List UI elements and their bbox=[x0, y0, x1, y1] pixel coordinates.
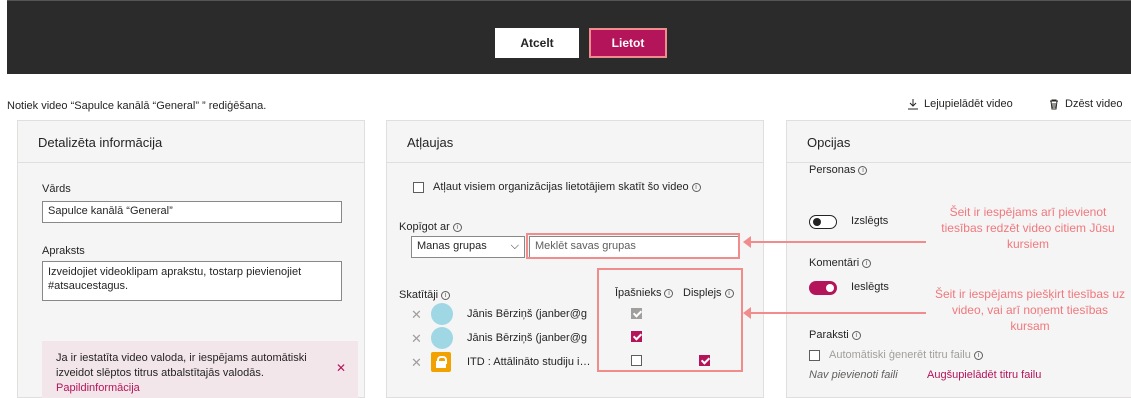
captions-row: Paraksti i bbox=[809, 329, 861, 341]
autogen-row: Automātiski ģenerēt titru failu i bbox=[829, 349, 983, 361]
people-state: Izslēgts bbox=[851, 215, 889, 227]
viewers-label: Skatītāji bbox=[399, 289, 439, 301]
download-icon bbox=[908, 98, 918, 109]
comments-label: Komentāri bbox=[809, 257, 860, 269]
info-icon[interactable]: i bbox=[973, 350, 983, 360]
avatar bbox=[431, 327, 453, 349]
share-select-value: Manas grupas bbox=[417, 240, 487, 252]
comments-state: Ieslēgts bbox=[851, 281, 889, 293]
info-icon[interactable]: i bbox=[862, 258, 872, 268]
options-panel: Opcijas Personas i Izslēgts Komentāri i Ie… bbox=[786, 120, 1131, 398]
name-label: Vārds bbox=[42, 183, 71, 195]
avatar bbox=[431, 303, 453, 325]
viewer-name: Jānis Bērziņš (janber@g bbox=[467, 332, 587, 344]
upload-captions-link[interactable]: Augšupielādēt titru failu bbox=[927, 369, 1041, 381]
language-notice: Ja ir iestatīta video valoda, ir iespēja… bbox=[42, 341, 358, 398]
editing-status: Notiek video “Sapulce kanālā “General” ”… bbox=[7, 100, 267, 112]
comments-toggle[interactable] bbox=[809, 281, 837, 295]
people-row: Personas i bbox=[809, 164, 868, 176]
allow-all-row: Atļaut visiem organizācijas lietotājiem … bbox=[433, 181, 701, 193]
people-label: Personas bbox=[809, 164, 856, 176]
name-input[interactable]: Sapulce kanālā “General” bbox=[42, 201, 342, 223]
viewer-name: ITD : Attālināto studiju i… bbox=[467, 356, 591, 368]
annotation-bottom: Šeit ir iespējams piešķirt tiesības uz v… bbox=[934, 287, 1126, 333]
remove-viewer-icon[interactable]: ✕ bbox=[411, 307, 422, 323]
viewers-row: Skatītāji i bbox=[399, 289, 451, 301]
apply-button[interactable]: Lietot bbox=[589, 28, 667, 58]
learn-more-link[interactable]: Papildinformācija bbox=[56, 382, 140, 394]
people-toggle[interactable] bbox=[809, 215, 837, 229]
share-label: Kopīgot ar bbox=[399, 221, 450, 233]
lock-icon bbox=[431, 352, 451, 372]
description-input[interactable]: Izveidojiet videoklipam aprakstu, tostar… bbox=[42, 261, 342, 301]
share-select[interactable]: Manas grupas ⌵ bbox=[411, 236, 525, 258]
description-label: Apraksts bbox=[42, 245, 85, 257]
top-toolbar: Atcelt Lietot bbox=[7, 0, 1131, 74]
allow-all-label: Atļaut visiem organizācijas lietotājiem … bbox=[433, 181, 689, 193]
remove-viewer-icon[interactable]: ✕ bbox=[411, 331, 422, 347]
annotation-top: Šeit ir iespējams arī pievienot tiesības… bbox=[941, 205, 1115, 251]
chevron-down-icon: ⌵ bbox=[510, 240, 519, 252]
trash-icon bbox=[1050, 99, 1058, 109]
close-icon[interactable]: ✕ bbox=[336, 361, 346, 376]
allow-all-checkbox[interactable] bbox=[413, 182, 424, 193]
comments-row: Komentāri i bbox=[809, 257, 872, 269]
options-title: Opcijas bbox=[787, 121, 1131, 163]
permissions-title: Atļaujas bbox=[387, 121, 763, 163]
captions-label: Paraksti bbox=[809, 329, 849, 341]
details-title: Detalizēta informācija bbox=[18, 121, 364, 163]
viewer-name: Jānis Bērziņš (janber@g bbox=[467, 308, 587, 320]
highlight-permissions bbox=[597, 268, 743, 372]
autogen-label: Automātiski ģenerēt titru failu bbox=[829, 349, 971, 361]
download-video-link[interactable]: Lejupielādēt video bbox=[908, 98, 1013, 110]
share-row: Kopīgot ar i bbox=[399, 221, 462, 233]
cancel-button[interactable]: Atcelt bbox=[495, 28, 579, 58]
autogen-checkbox[interactable] bbox=[809, 350, 820, 361]
arrow-icon bbox=[743, 236, 926, 248]
info-icon[interactable]: i bbox=[851, 330, 861, 340]
no-files-text: Nav pievienoti faili bbox=[809, 369, 898, 381]
info-icon[interactable]: i bbox=[441, 290, 451, 300]
download-label: Lejupielādēt video bbox=[924, 98, 1013, 110]
remove-viewer-icon[interactable]: ✕ bbox=[411, 355, 422, 371]
details-panel: Detalizēta informācija Vārds Sapulce kan… bbox=[17, 120, 365, 398]
info-icon[interactable]: i bbox=[452, 222, 462, 232]
info-icon[interactable]: i bbox=[858, 165, 868, 175]
delete-video-link[interactable]: Dzēst video bbox=[1049, 98, 1122, 110]
notice-text: Ja ir iestatīta video valoda, ir iespēja… bbox=[56, 352, 307, 379]
highlight-search bbox=[526, 233, 740, 259]
delete-label: Dzēst video bbox=[1065, 98, 1123, 110]
info-icon[interactable]: i bbox=[691, 182, 701, 192]
arrow-icon bbox=[743, 307, 926, 319]
